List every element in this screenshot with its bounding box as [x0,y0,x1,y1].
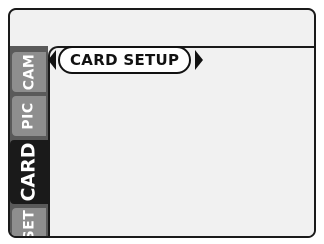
triangle-left-icon[interactable] [48,50,56,70]
tab-cam-label: CAM [21,53,38,91]
menu-tabs: CAM PIC CARD SET [10,46,48,238]
tab-pic[interactable]: PIC [12,96,46,136]
tab-card[interactable]: CARD [10,140,48,204]
menu-content-panel [48,46,314,236]
menu-title[interactable]: CARD SETUP [58,46,192,74]
tab-set-label: SET [20,209,37,238]
tab-pic-label: PIC [21,102,37,130]
tab-card-label: CARD [18,142,40,202]
triangle-right-icon[interactable] [195,50,204,70]
menu-title-row: CARD SETUP [48,46,204,74]
tab-set[interactable]: SET [12,208,46,238]
tab-cam[interactable]: CAM [12,52,46,92]
camera-menu-screen: CAM PIC CARD SET [8,8,316,238]
